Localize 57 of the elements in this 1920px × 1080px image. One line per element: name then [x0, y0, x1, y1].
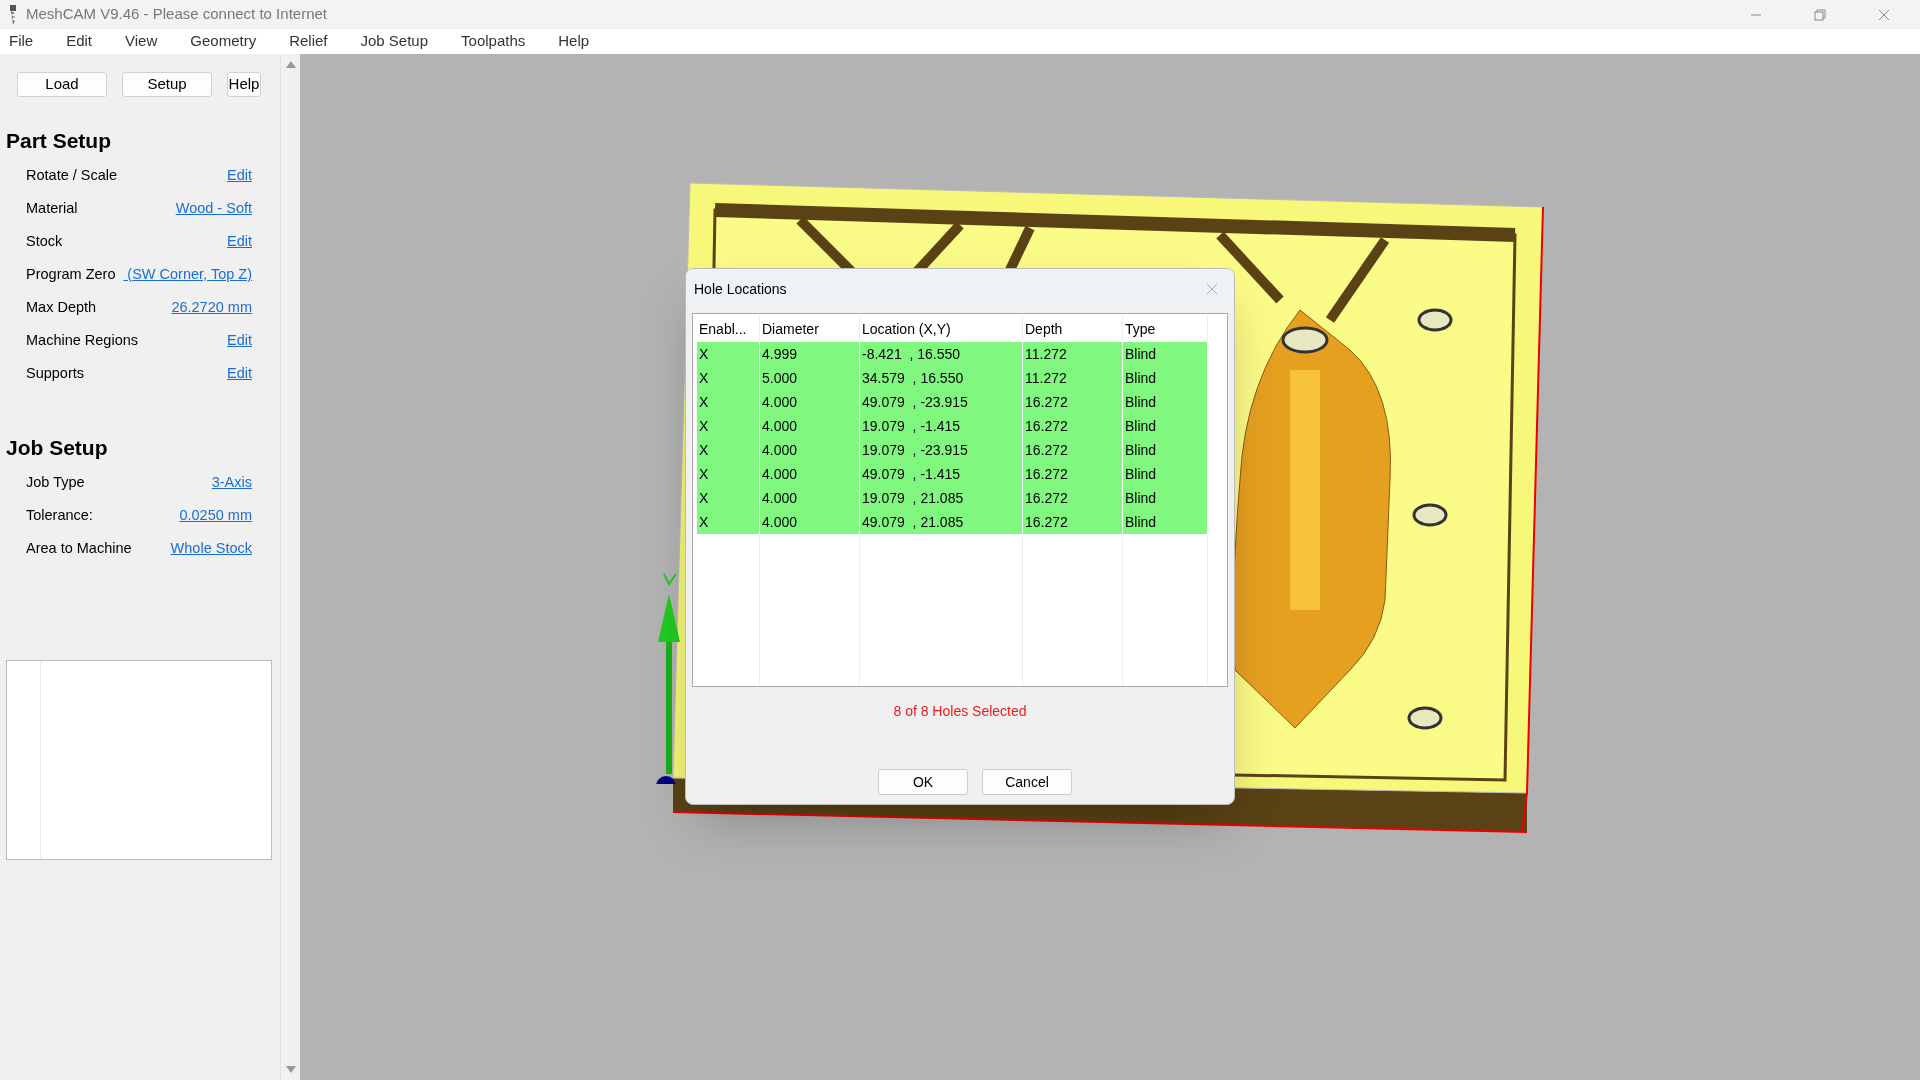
setting-link[interactable]: Edit	[227, 329, 252, 352]
setting-label: Job Type	[26, 472, 85, 492]
section-heading: Job Setup	[5, 435, 109, 461]
table-cell: 49.079 , 21.085	[860, 510, 1023, 534]
setting-link[interactable]: Edit	[227, 164, 252, 187]
menu-item[interactable]: Toolpaths	[461, 30, 526, 53]
setting-link[interactable]: 3-Axis	[211, 471, 252, 494]
setting-link[interactable]: Edit	[227, 362, 252, 385]
table-row[interactable]: X 4.000 49.079 , -23.915 16.272 Blind	[697, 390, 1208, 414]
setting-link[interactable]: 26.2720 mm	[171, 296, 252, 319]
setting-link[interactable]: 0.0250 mm	[179, 504, 252, 527]
table-row[interactable]: X 4.000 19.079 , -23.915 16.272 Blind	[697, 438, 1208, 462]
setting-link[interactable]: Edit	[227, 230, 252, 253]
close-icon[interactable]	[1878, 8, 1890, 21]
dialog-button[interactable]: OK	[878, 769, 968, 795]
toolbar-button[interactable]: Load	[17, 72, 107, 97]
dialog-title: Hole Locations	[694, 279, 787, 299]
setting-link[interactable]: (SW Corner, Top Z)	[123, 263, 252, 286]
table-row[interactable]: X 5.000 34.579 , 16.550 11.272 Blind	[697, 366, 1208, 390]
setting-label: Max Depth	[26, 297, 97, 317]
dialog-button[interactable]: Cancel	[982, 769, 1072, 795]
menu-item[interactable]: File	[9, 30, 34, 53]
menu-item[interactable]: Job Setup	[360, 30, 429, 53]
menu-item[interactable]: View	[125, 30, 158, 53]
end-mill-icon	[8, 4, 18, 25]
table-row[interactable]: X 4.999 -8.421 , 16.550 11.272 Blind	[697, 342, 1208, 366]
table-row[interactable]: X 4.000 19.079 , 21.085 16.272 Blind	[697, 486, 1208, 510]
setting-label: Supports	[26, 363, 85, 383]
toolbar-button[interactable]: Setup	[122, 72, 212, 97]
setting-label: Machine Regions	[26, 330, 139, 350]
section-heading: Part Setup	[5, 128, 113, 154]
table-cell: 4.000	[760, 510, 860, 534]
setting-label: Tolerance:	[26, 505, 93, 525]
table-cell: X	[697, 510, 760, 534]
table-cell: Blind	[1123, 510, 1208, 534]
window-title: MeshCAM V9.46 - Please connect to Internet	[26, 4, 327, 25]
menu-item[interactable]: Help	[558, 30, 590, 53]
menu-item[interactable]: Geometry	[190, 30, 257, 53]
table-row[interactable]: X 4.000 49.079 , -1.415 16.272 Blind	[697, 462, 1208, 486]
setting-label: Rotate / Scale	[26, 165, 118, 185]
status-message: 8 of 8 Holes Selected	[892, 702, 1028, 721]
table-row[interactable]: X 4.000 19.079 , -1.415 16.272 Blind	[697, 414, 1208, 438]
setting-label: Area to Machine	[26, 538, 132, 558]
table-cell: 16.272	[1023, 510, 1123, 534]
setting-link[interactable]: Whole Stock	[170, 537, 252, 560]
restore-icon[interactable]	[1814, 8, 1826, 21]
scroll-down-icon[interactable]	[285, 1066, 296, 1074]
setting-label: Material	[26, 198, 78, 218]
menu-item[interactable]: Relief	[289, 30, 328, 53]
setting-link[interactable]: Wood - Soft	[175, 197, 252, 220]
table-row[interactable]: X 4.000 49.079 , 21.085 16.272 Blind	[697, 510, 1208, 534]
menu-item[interactable]: Edit	[66, 30, 93, 53]
setting-label: Stock	[26, 231, 63, 251]
scroll-up-icon[interactable]	[285, 60, 296, 68]
close-icon[interactable]	[1206, 283, 1218, 295]
toolbar-button[interactable]: Help	[227, 72, 261, 97]
setting-label: Program Zero	[26, 264, 116, 284]
